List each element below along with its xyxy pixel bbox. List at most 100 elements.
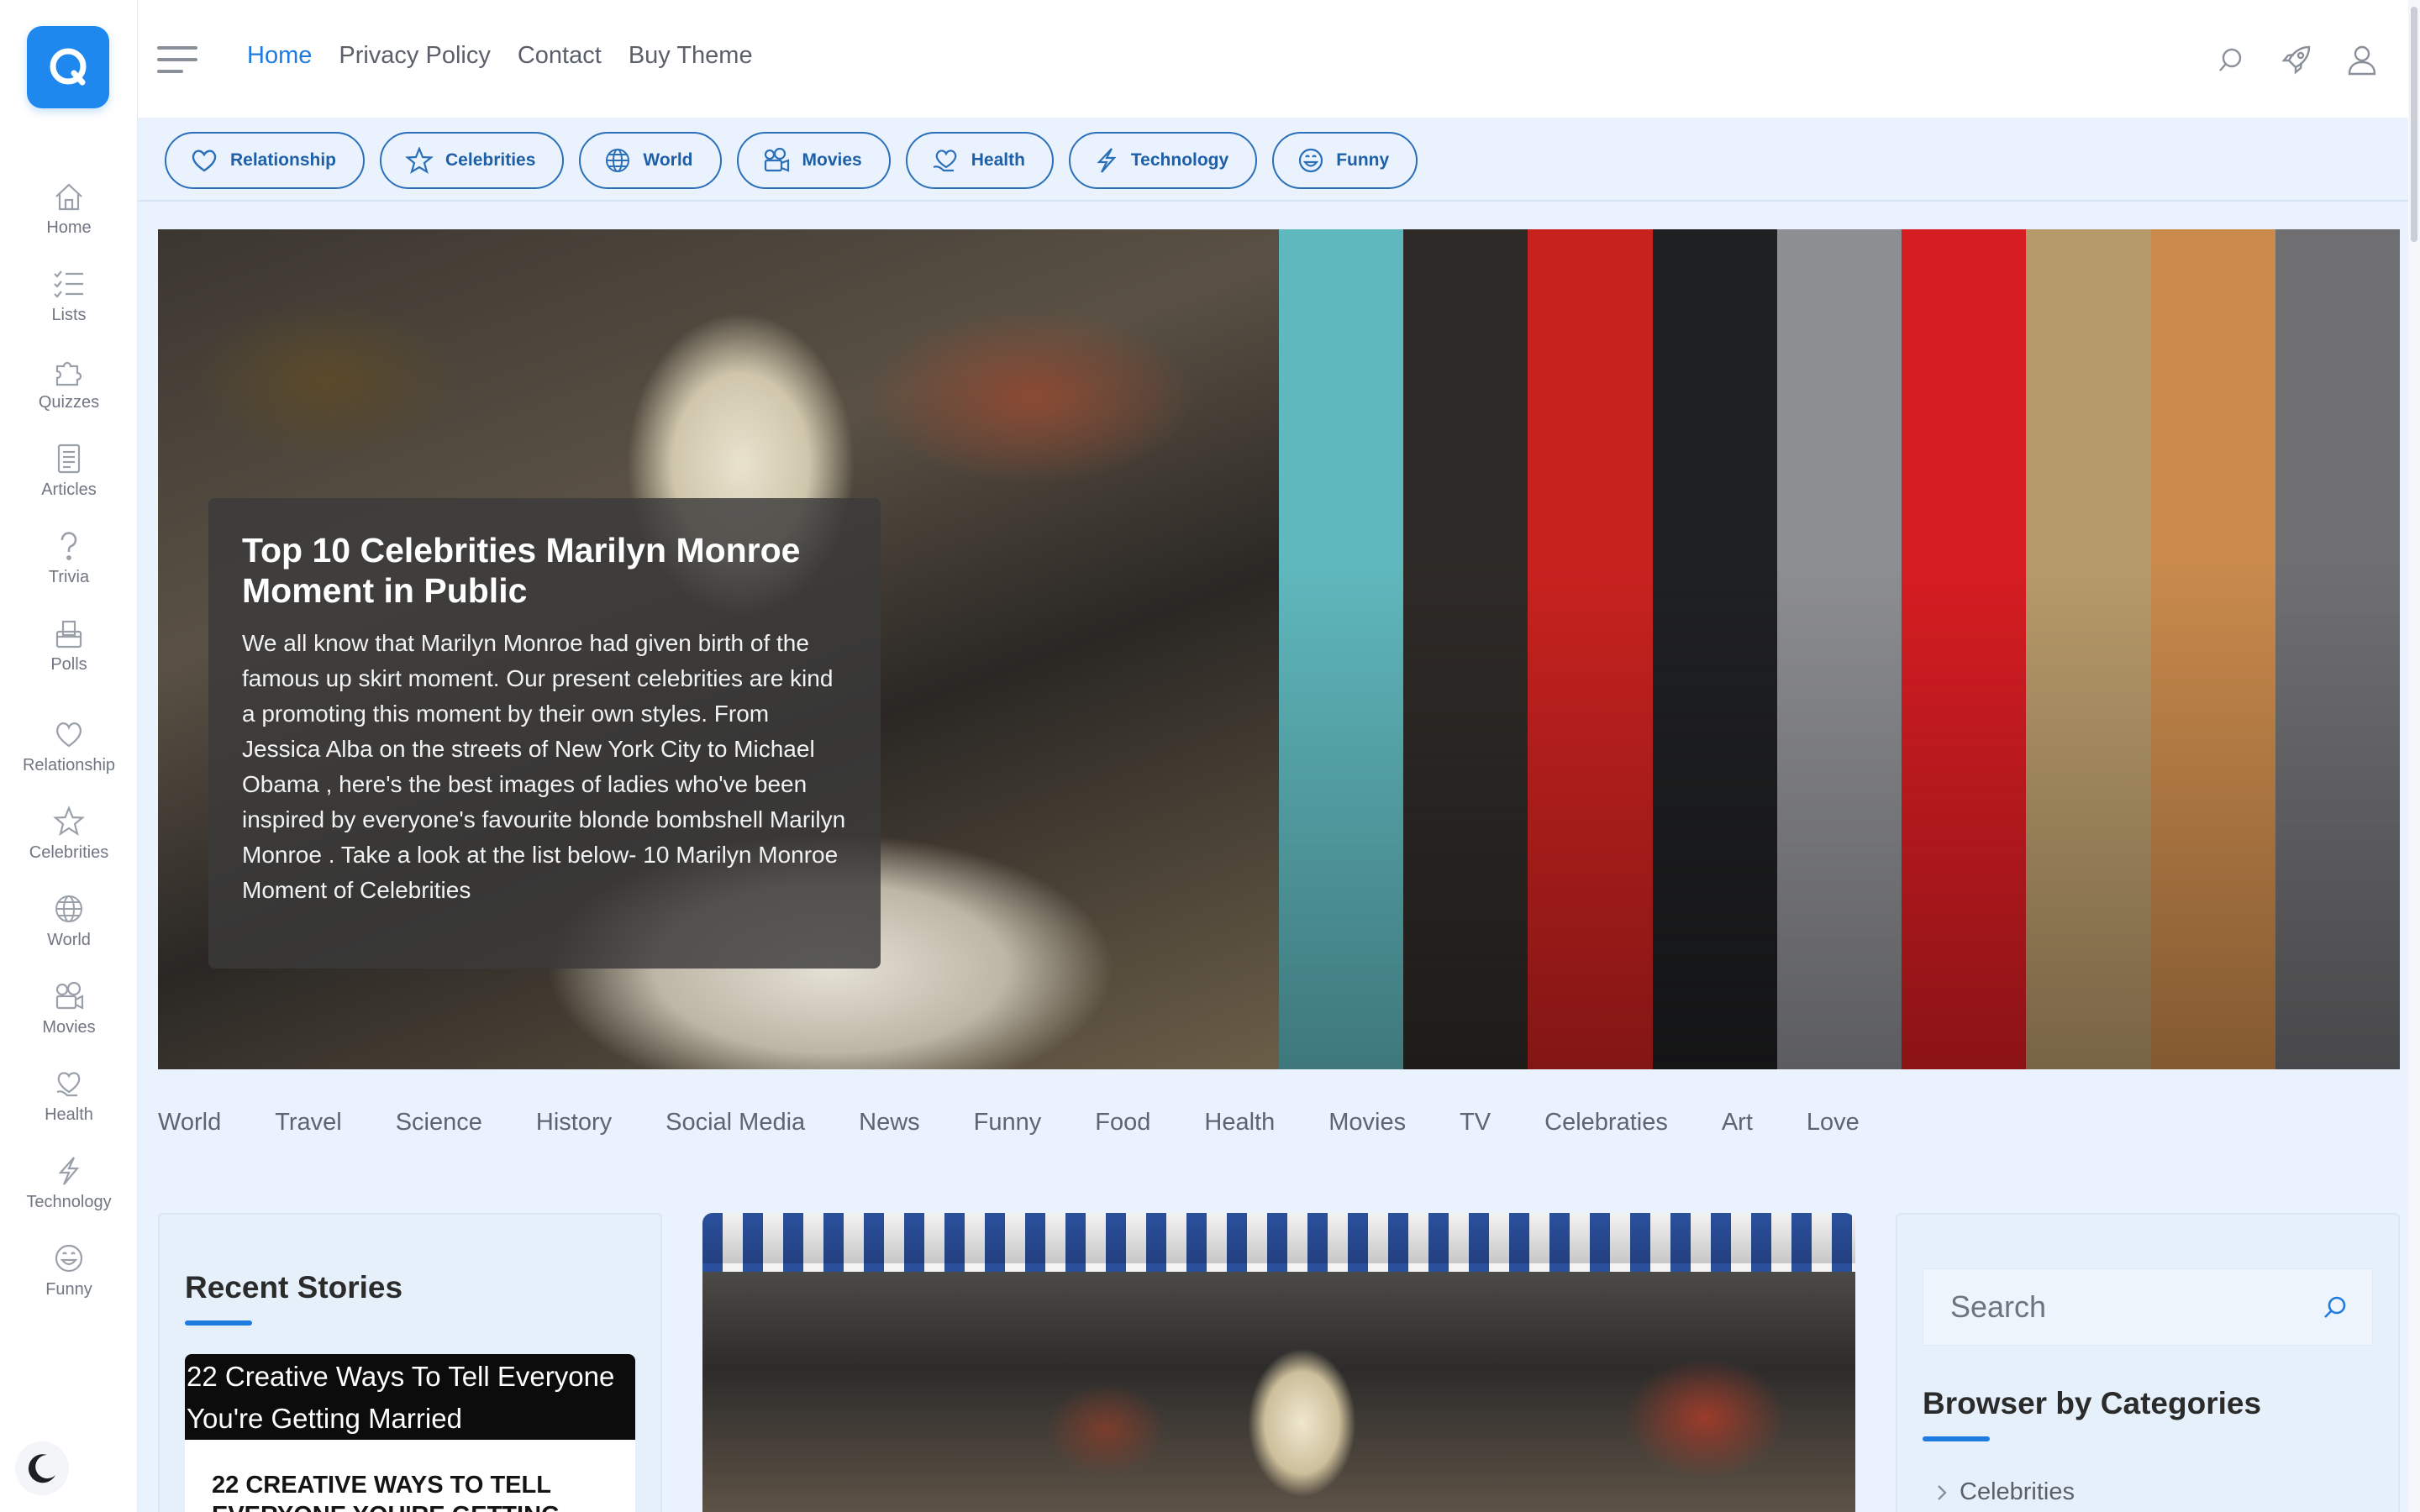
heart-hand-icon (50, 1065, 87, 1102)
recent-stories-widget: Recent Stories 22 Creative Ways To Tell … (158, 1213, 662, 1512)
header-actions (2213, 42, 2380, 77)
hero-slide-thumb[interactable] (1902, 229, 2027, 1069)
topic-tag[interactable]: Social Media (666, 1109, 805, 1137)
title-underline (185, 1320, 252, 1326)
pill-label: Relationship (230, 150, 337, 170)
sidebar-item-label: Trivia (48, 568, 90, 586)
topic-tag[interactable]: Health (1204, 1109, 1275, 1137)
storefront-photo (702, 1272, 1855, 1512)
hero-slide-thumb[interactable] (1776, 229, 1902, 1069)
sidebar-item-movies[interactable]: Movies (0, 973, 138, 1060)
hero-slide-thumb[interactable] (1403, 229, 1528, 1069)
topic-tag[interactable]: Art (1722, 1109, 1753, 1137)
pill-relationship[interactable]: Relationship (165, 132, 366, 189)
story-heading[interactable]: 22 Creative Ways To Tell Everyone You're… (185, 1440, 635, 1512)
pill-label: Funny (1336, 150, 1390, 170)
category-link[interactable]: Celebrities (1936, 1478, 2075, 1506)
smiley-icon (50, 1240, 87, 1277)
topic-tag[interactable]: Funny (974, 1109, 1042, 1137)
scrollbar-thumb[interactable] (2411, 7, 2417, 242)
heart-icon (190, 148, 218, 173)
heart-hand-icon (931, 147, 960, 174)
globe-icon (50, 890, 87, 927)
sidebar-item-home[interactable]: Home (0, 173, 138, 260)
menu-icon[interactable] (156, 44, 198, 77)
sidebar-item-world[interactable]: World (0, 885, 138, 973)
page-scrollbar[interactable] (2408, 0, 2420, 1512)
featured-post-image[interactable] (702, 1213, 1855, 1512)
hero-title[interactable]: Top 10 Celebrities Marilyn Monroe Moment… (242, 530, 847, 611)
topic-tag[interactable]: Food (1095, 1109, 1150, 1137)
sidebar-item-technology[interactable]: Technology (0, 1147, 138, 1235)
pill-technology[interactable]: Technology (1068, 132, 1258, 189)
search-input[interactable] (1950, 1289, 2303, 1325)
sidebar-item-quizzes[interactable]: Quizzes (0, 348, 138, 435)
pill-label: Health (971, 150, 1025, 170)
left-sidebar: Home Lists Quizzes Articles Trivia Polls… (0, 0, 138, 1512)
star-icon (405, 147, 434, 174)
home-icon (50, 178, 87, 215)
hero-slide-thumb[interactable] (2275, 229, 2400, 1069)
hero-slide-thumb[interactable] (1528, 229, 1653, 1069)
sidebar-item-health[interactable]: Health (0, 1060, 138, 1147)
sidebar-item-lists[interactable]: Lists (0, 260, 138, 348)
q-logo-icon[interactable] (27, 26, 109, 108)
search-icon[interactable] (2213, 42, 2249, 77)
story-image-title[interactable]: 22 Creative Ways To Tell Everyone You're… (185, 1354, 635, 1440)
ballot-box-icon (50, 615, 87, 652)
sidebar-nav: Home Lists Quizzes Articles Trivia Polls… (0, 173, 138, 1322)
hero-featured-image[interactable]: Top 10 Celebrities Marilyn Monroe Moment… (158, 229, 1279, 1069)
category-pills-bar: Relationship Celebrities World Movies He… (138, 118, 2408, 202)
topic-tag[interactable]: World (158, 1109, 221, 1137)
topic-tag[interactable]: History (536, 1109, 612, 1137)
pill-label: Movies (802, 150, 862, 170)
sidebar-item-label: Relationship (22, 756, 116, 774)
hero-slide-thumb[interactable] (1279, 229, 1404, 1069)
hero-caption-card[interactable]: Top 10 Celebrities Marilyn Monroe Moment… (208, 498, 881, 969)
sidebar-item-articles[interactable]: Articles (0, 435, 138, 522)
sidebar-item-funny[interactable]: Funny (0, 1235, 138, 1322)
film-camera-icon (50, 978, 87, 1015)
hero-slide-thumb[interactable] (2150, 229, 2275, 1069)
sidebar-item-label: Health (45, 1105, 93, 1124)
topic-tag[interactable]: Love (1807, 1109, 1860, 1137)
topic-tag[interactable]: TV (1460, 1109, 1491, 1137)
dark-mode-toggle[interactable] (15, 1441, 69, 1495)
hero-slider: Top 10 Celebrities Marilyn Monroe Moment… (158, 229, 2400, 1069)
nav-privacy-policy[interactable]: Privacy Policy (339, 42, 491, 70)
pill-label: World (643, 150, 693, 170)
nav-home[interactable]: Home (247, 42, 312, 70)
topic-tag[interactable]: Science (396, 1109, 482, 1137)
sidebar-item-polls[interactable]: Polls (0, 610, 138, 697)
user-icon[interactable] (2344, 42, 2380, 77)
sidebar-item-label: Lists (51, 306, 87, 324)
story-card[interactable]: 22 Creative Ways To Tell Everyone You're… (185, 1354, 635, 1512)
film-camera-icon (762, 147, 791, 174)
rocket-icon[interactable] (2279, 42, 2314, 77)
topic-tag[interactable]: Celebraties (1544, 1109, 1668, 1137)
sidebar-item-trivia[interactable]: Trivia (0, 522, 138, 610)
pill-funny[interactable]: Funny (1272, 132, 1418, 189)
main-nav: Home Privacy Policy Contact Buy Theme (247, 42, 753, 70)
hero-slide-thumb[interactable] (2026, 229, 2151, 1069)
pill-movies[interactable]: Movies (736, 132, 891, 189)
topic-tag[interactable]: News (859, 1109, 920, 1137)
heart-icon (50, 716, 87, 753)
nav-buy-theme[interactable]: Buy Theme (629, 42, 753, 70)
hero-slide-thumb[interactable] (1652, 229, 1777, 1069)
lightning-icon (50, 1152, 87, 1189)
globe-icon (604, 147, 631, 174)
sidebar-item-label: Movies (42, 1018, 96, 1037)
topic-tag[interactable]: Travel (275, 1109, 342, 1137)
topic-tag[interactable]: Movies (1328, 1109, 1406, 1137)
category-label: Celebrities (1960, 1478, 2075, 1505)
search-icon[interactable] (2322, 1294, 2349, 1320)
pill-health[interactable]: Health (905, 132, 1054, 189)
pill-world[interactable]: World (579, 132, 722, 189)
lightning-icon (1094, 147, 1119, 174)
document-icon (50, 440, 87, 477)
nav-contact[interactable]: Contact (518, 42, 602, 70)
sidebar-item-relationship[interactable]: Relationship (0, 711, 138, 798)
pill-celebrities[interactable]: Celebrities (380, 132, 565, 189)
sidebar-item-celebrities[interactable]: Celebrities (0, 798, 138, 885)
